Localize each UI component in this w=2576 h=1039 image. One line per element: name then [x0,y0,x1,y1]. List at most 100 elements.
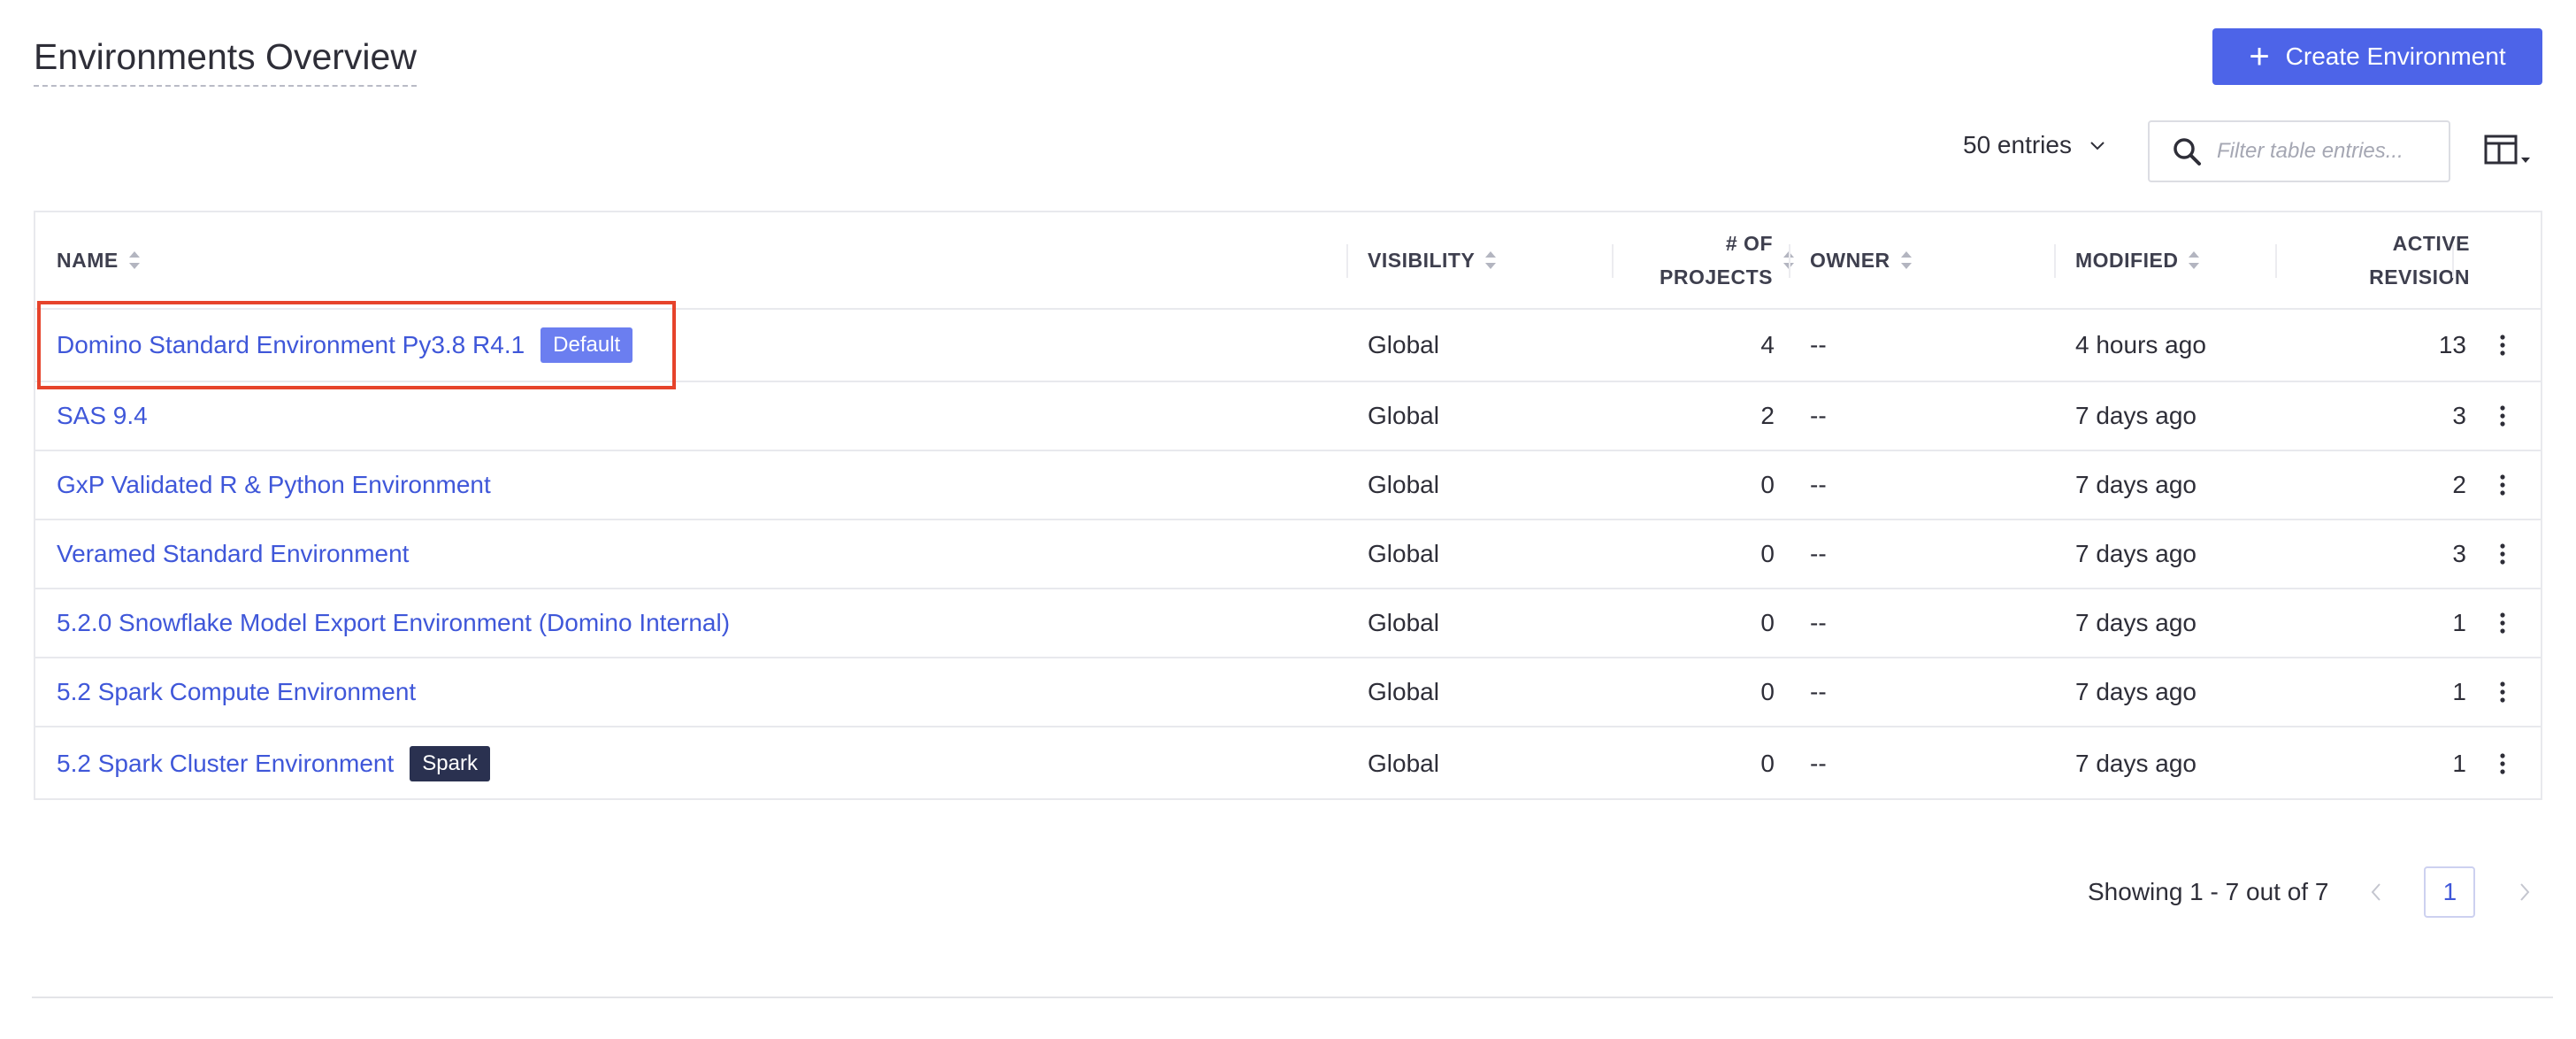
chevron-right-icon [2520,883,2530,901]
column-divider [1789,244,1790,278]
environment-link[interactable]: 5.2 Spark Compute Environment [57,678,416,706]
column-divider [2275,244,2277,278]
visibility-cell: Global [1368,331,1439,358]
modified-cell: 7 days ago [2075,540,2196,567]
column-header-visibility[interactable]: VISIBILITY [1368,212,1498,308]
column-header-active-revision: ACTIVE REVISION [2300,212,2470,308]
row-actions-cell [2489,727,2516,800]
footer-divider [32,997,2553,998]
column-header-owner[interactable]: OWNER [1810,212,1913,308]
owner-cell: -- [1810,750,1827,777]
name-cell: 5.2.0 Snowflake Model Export Environment… [57,589,730,657]
projects-cell: 2 [1760,402,1775,429]
table-header: NAME VISIBILITY # OF PROJECTS OWNER MODIF… [35,212,2541,310]
row-actions-cell [2489,589,2516,657]
column-header-modified[interactable]: MODIFIED [2075,212,2201,308]
environments-page: Environments Overview + Create Environme… [0,0,2576,1039]
modified-cell: 7 days ago [2075,750,2196,777]
environment-link[interactable]: 5.2 Spark Cluster Environment [57,750,394,778]
table-row: Veramed Standard Environment Global 0 -- 7 d… [35,520,2541,589]
row-actions-cell [2489,310,2516,381]
column-divider [1612,244,1614,278]
name-cell: SAS 9.4 [57,382,148,450]
visibility-cell: Global [1368,609,1439,636]
next-page-button[interactable] [2503,871,2546,913]
revision-header-line2: REVISION [2369,266,2470,289]
visibility-cell: Global [1368,750,1439,777]
owner-cell: -- [1810,540,1827,567]
kebab-menu-icon[interactable] [2489,332,2516,358]
filter-input[interactable] [2215,138,2457,165]
name-cell: 5.2 Spark Cluster Environment Spark [57,727,490,800]
projects-header-line2: PROJECTS [1660,266,1773,289]
environment-link[interactable]: Veramed Standard Environment [57,540,409,568]
table-row: SAS 9.4 Global 2 -- 7 days ago 3 [35,382,2541,451]
revision-cell: 3 [2452,540,2466,567]
filter-box[interactable] [2148,120,2457,182]
kebab-menu-icon[interactable] [2489,610,2516,636]
column-divider [1346,244,1348,278]
sort-icon [2189,251,2200,269]
owner-cell: -- [1810,471,1827,498]
environment-link[interactable]: Domino Standard Environment Py3.8 R4.1 [57,331,525,359]
modified-cell: 7 days ago [2075,678,2196,705]
kebab-menu-icon[interactable] [2489,679,2516,705]
chevron-left-icon [2372,883,2381,901]
name-cell: 5.2 Spark Compute Environment [57,658,416,726]
table-row: 5.2 Spark Compute Environment Global 0 -- 7 … [35,658,2541,727]
create-environment-label: Create Environment [2285,42,2506,70]
plus-icon: + [2249,37,2270,76]
kebab-menu-icon[interactable] [2489,472,2516,498]
sort-icon [1485,251,1497,269]
visibility-cell: Global [1368,540,1439,567]
projects-cell: 0 [1760,609,1775,636]
modified-cell: 7 days ago [2075,609,2196,636]
projects-cell: 0 [1760,750,1775,777]
owner-cell: -- [1810,402,1827,429]
column-header-projects[interactable]: # OF PROJECTS [1619,212,1796,308]
visibility-cell: Global [1368,402,1439,429]
page-title: Environments Overview [34,32,417,87]
kebab-menu-icon[interactable] [2489,750,2516,777]
entries-per-page-select[interactable]: 50 entries [1963,131,2107,159]
revision-cell: 3 [2452,402,2466,429]
revision-cell: 1 [2452,750,2466,777]
name-cell: Veramed Standard Environment [57,520,409,588]
modified-cell: 7 days ago [2075,402,2196,429]
kebab-menu-icon[interactable] [2489,541,2516,567]
revision-cell: 2 [2452,471,2466,498]
page-number-button[interactable]: 1 [2424,866,2476,918]
projects-cell: 0 [1760,540,1775,567]
default-badge: Default [540,327,633,363]
visibility-cell: Global [1368,471,1439,498]
projects-header-line1: # OF [1725,232,1773,255]
modified-cell: 7 days ago [2075,471,2196,498]
kebab-menu-icon[interactable] [2489,403,2516,429]
environments-table: NAME VISIBILITY # OF PROJECTS OWNER MODIF… [34,211,2542,800]
table-row: Domino Standard Environment Py3.8 R4.1 De… [35,310,2541,382]
table-row: 5.2.0 Snowflake Model Export Environment… [35,589,2541,658]
showing-count: Showing 1 - 7 out of 7 [2088,878,2329,905]
owner-cell: -- [1810,609,1827,636]
row-actions-cell [2489,451,2516,519]
environment-link[interactable]: 5.2.0 Snowflake Model Export Environment… [57,609,730,637]
revision-cell: 1 [2452,609,2466,636]
projects-cell: 0 [1760,471,1775,498]
spark-badge: Spark [410,746,490,781]
owner-cell: -- [1810,678,1827,705]
revision-header-line1: ACTIVE [2392,232,2470,255]
revision-cell: 1 [2452,678,2466,705]
prev-page-button[interactable] [2355,871,2397,913]
entries-label: 50 entries [1963,131,2072,158]
create-environment-button[interactable]: + Create Environment [2212,28,2542,85]
sort-icon [128,251,140,269]
sort-icon [1900,251,1912,269]
environment-link[interactable]: GxP Validated R & Python Environment [57,471,491,499]
environment-link[interactable]: SAS 9.4 [57,402,148,430]
name-cell: Domino Standard Environment Py3.8 R4.1 De… [57,310,633,381]
row-actions-cell [2489,382,2516,450]
column-layout-icon[interactable] [2482,131,2535,170]
pagination: Showing 1 - 7 out of 7 1 [2088,866,2546,919]
owner-cell: -- [1810,331,1827,358]
column-header-name[interactable]: NAME [57,212,142,308]
